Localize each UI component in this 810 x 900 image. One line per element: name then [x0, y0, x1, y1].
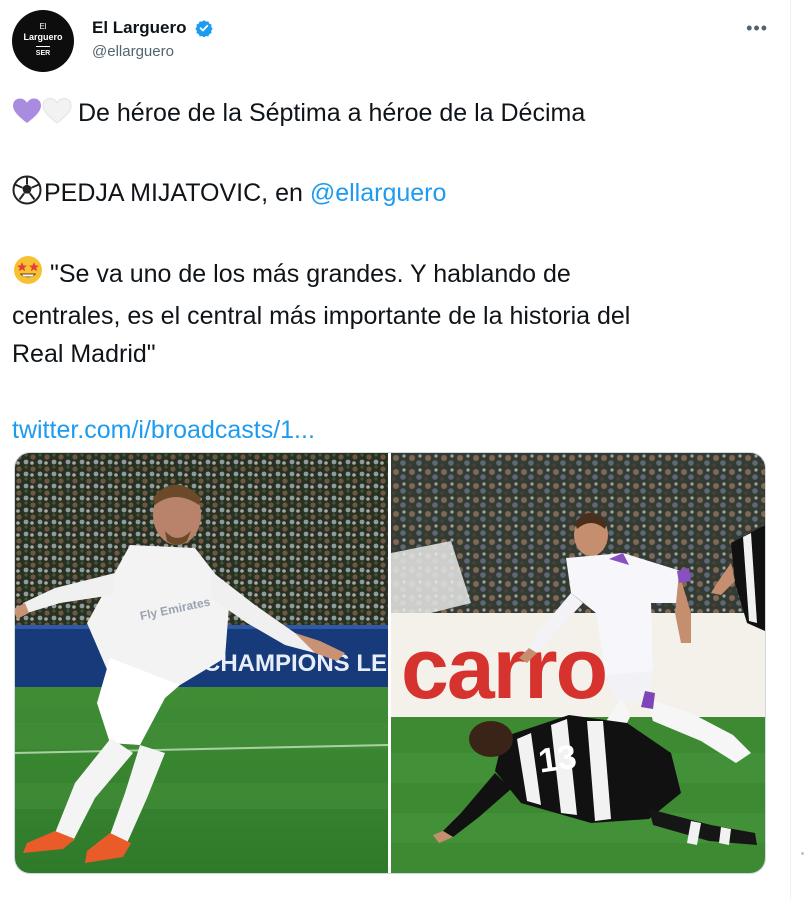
soccer-ball-icon	[12, 175, 42, 216]
champions-banner-text: CHAMPIONS LE	[203, 650, 387, 677]
avatar[interactable]: El Larguero SER	[12, 10, 74, 72]
author-info: El Larguero @ellarguero	[92, 18, 213, 62]
broadcast-link[interactable]: twitter.com/i/broadcasts/1...	[12, 411, 778, 449]
mention-link[interactable]: @ellarguero	[310, 179, 447, 207]
avatar-divider	[36, 46, 50, 47]
tweet-line-3: "Se va uno de los más grandes. Y habland…	[12, 254, 778, 297]
quote-line-3: Real Madrid"	[12, 340, 156, 368]
scroll-indicator	[801, 852, 804, 855]
verified-badge-icon	[195, 19, 213, 38]
tweet-line-2: PEDJA MIJATOVIC, en @ellarguero	[12, 174, 778, 216]
tweet-header: El Larguero SER El Larguero @ellarguero …	[12, 10, 778, 74]
tweet-media[interactable]: CHAMPIONS LE Fly Emirates carro 13	[14, 452, 766, 874]
white-heart-icon	[42, 97, 72, 136]
advertising-board-text: carro	[401, 621, 606, 717]
tweet-headline: De héroe de la Séptima a héroe de la Déc…	[78, 99, 586, 127]
more-options-icon[interactable]: •••	[746, 18, 768, 39]
author-handle[interactable]: @ellarguero	[92, 42, 213, 62]
tweet-line-1: De héroe de la Séptima a héroe de la Déc…	[12, 94, 778, 136]
avatar-text-1: El	[39, 22, 47, 31]
display-name[interactable]: El Larguero	[92, 18, 186, 38]
quote-line-2: centrales, es el central más importante …	[12, 302, 631, 330]
photo-match-action[interactable]: carro 13	[391, 453, 765, 873]
purple-heart-icon	[12, 97, 42, 136]
tweet-body: De héroe de la Séptima a héroe de la Déc…	[12, 94, 778, 449]
star-struck-icon	[12, 254, 44, 297]
guest-name-text: PEDJA MIJATOVIC, en	[44, 179, 310, 207]
shirt-number-text: 13	[536, 738, 579, 781]
photo-celebration[interactable]: CHAMPIONS LE Fly Emirates	[15, 453, 388, 873]
avatar-text-3: SER	[35, 50, 51, 57]
quote-line-1: "Se va uno de los más grandes. Y habland…	[50, 260, 571, 288]
avatar-text-2: Larguero	[23, 32, 63, 42]
tweet-card[interactable]: El Larguero SER El Larguero @ellarguero …	[0, 0, 791, 900]
